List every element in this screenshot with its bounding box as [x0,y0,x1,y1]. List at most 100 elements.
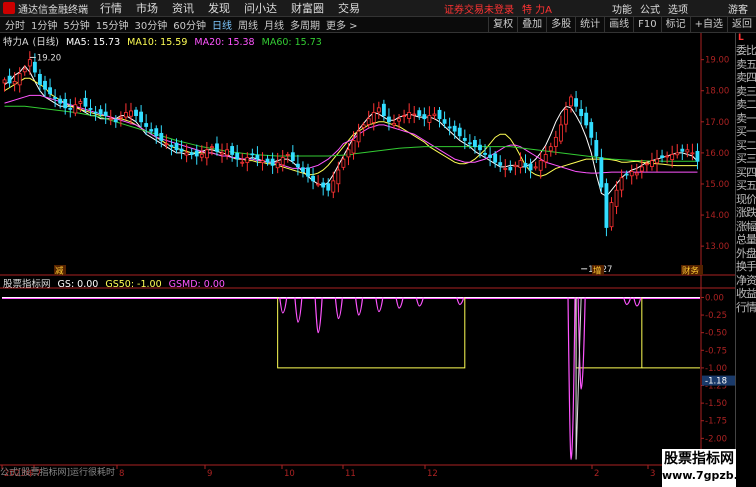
gsmd-dip [294,297,303,323]
period-60min[interactable]: 60分钟 [172,17,207,32]
candle-body [301,167,305,172]
candle-body [306,167,310,177]
side-item-0[interactable]: 委比 [736,44,756,58]
candlesticks [2,51,700,237]
period-weekly[interactable]: 周线 [237,17,259,32]
legend-gsmd: GSMD: 0.00 [168,279,225,290]
candle-body [483,152,487,155]
candle-body [184,152,189,156]
guest-account[interactable]: 游客 [728,1,748,16]
tool-fuquan[interactable]: 复权 [488,16,517,33]
period-monthly[interactable]: 月线 [263,17,285,32]
period-15min[interactable]: 15分钟 [95,17,130,32]
menu-gongshi[interactable]: 公式 [640,1,660,16]
menu-shichang[interactable]: 市场 [136,0,158,16]
tool-biaoji[interactable]: 标记 [660,16,690,33]
side-panel-corner[interactable]: L [736,33,756,44]
menu-wenxiaoda[interactable]: 问小达 [244,0,277,16]
kline-chart[interactable]: 19.00 18.00 17.00 16.00 15.00 14.00 13.00 19.20… [0,33,735,487]
candle-body [604,183,609,228]
side-item-18[interactable]: 收益 [736,287,756,301]
trade-login-alert[interactable]: 证券交易未登录 [444,1,514,16]
tool-add-favorite[interactable]: +自选 [689,16,727,33]
candle-body [63,99,68,109]
side-item-14[interactable]: 总量 [736,233,756,247]
candle-body [179,148,184,152]
tool-back[interactable]: 返回 [727,16,756,33]
menu-jiaoyi[interactable]: 交易 [338,0,360,16]
side-item-17[interactable]: 净资 [736,274,756,288]
side-item-11[interactable]: 现价 [736,193,756,207]
time-tick-label: 10 [284,469,295,479]
side-item-2[interactable]: 卖四 [736,71,756,85]
indicator-name[interactable]: 股票指标网 [3,279,51,290]
period-daily[interactable]: 日线 [211,17,233,32]
candle-body [316,183,321,186]
candle-body [32,61,37,73]
candle-body [164,143,169,145]
menu-faxian[interactable]: 发现 [208,0,230,16]
side-item-4[interactable]: 卖二 [736,98,756,112]
candle-body [467,142,472,145]
candle-body [169,144,174,148]
candle-body [285,154,290,156]
candle-body [533,166,538,169]
tool-f10[interactable]: F10 [633,16,660,33]
candle-body [215,143,219,152]
candle-body [270,158,275,166]
candle-body [209,146,214,149]
menu-zixun[interactable]: 资讯 [172,0,194,16]
menu-xuanxiang[interactable]: 选项 [668,1,688,16]
candle-body [240,161,245,164]
period-30min[interactable]: 30分钟 [133,17,168,32]
candle-body [462,137,467,141]
side-item-10[interactable]: 买五 [736,179,756,193]
menu-hangqing[interactable]: 行情 [100,0,122,16]
tool-tongji[interactable]: 统计 [575,16,604,33]
candle-body [569,96,573,107]
side-item-8[interactable]: 买三 [736,152,756,166]
side-item-7[interactable]: 买二 [736,139,756,153]
menu-gongneng[interactable]: 功能 [612,1,632,16]
period-fenshi[interactable]: 分时 [4,17,26,32]
candle-body [695,150,700,162]
candle-body [392,122,396,126]
candle-body [432,113,437,117]
candle-body [650,160,654,167]
side-item-15[interactable]: 外盘 [736,247,756,261]
candle-body [528,163,533,171]
app-name: 通达信金融终端 [18,4,88,16]
candle-body [53,97,58,99]
candle-body [564,108,568,125]
candle-body [2,79,7,84]
gs50-step-line [277,297,466,369]
sub-tick-label: -0.50 [705,329,727,339]
period-1min[interactable]: 1分钟 [30,17,58,32]
gsmd-dip [334,297,343,320]
side-item-1[interactable]: 卖五 [736,58,756,72]
side-item-16[interactable]: 换手 [736,260,756,274]
quote-side-panel: L 委比 卖五 卖四 卖三 卖二 卖一 买一 买二 买三 买四 买五 现价 涨跌 涨幅 总量 外盘 换手 净资 收益… [735,33,756,487]
app-logo-icon [3,2,15,14]
side-item-3[interactable]: 卖三 [736,85,756,99]
candle-body [124,112,128,118]
candle-body [194,150,199,157]
candle-body [452,125,457,132]
side-item-12[interactable]: 涨跌 [736,206,756,220]
menu-caifuquan[interactable]: 财富圈 [291,0,324,16]
legend-ma5: MA5: 15.73 [65,37,121,48]
tool-duogu[interactable]: 多股 [546,16,575,33]
side-item-9[interactable]: 买四 [736,166,756,180]
tool-diejia[interactable]: 叠加 [517,16,546,33]
side-item-5[interactable]: 卖一 [736,112,756,126]
tool-huaxian[interactable]: 画线 [604,16,633,33]
candle-body [113,119,118,123]
period-multi[interactable]: 多周期 [289,17,321,32]
side-item-6[interactable]: 买一 [736,125,756,139]
side-item-13[interactable]: 涨幅 [736,220,756,234]
period-more[interactable]: 更多 > [325,17,359,32]
legend-cycle: (日线) [32,37,59,48]
side-item-19[interactable]: 行情 [736,301,756,315]
title-bar: 通达信金融终端 行情 市场 资讯 发现 问小达 财富圈 交易 证券交易未登录 特… [0,0,756,17]
period-5min[interactable]: 5分钟 [62,17,90,32]
